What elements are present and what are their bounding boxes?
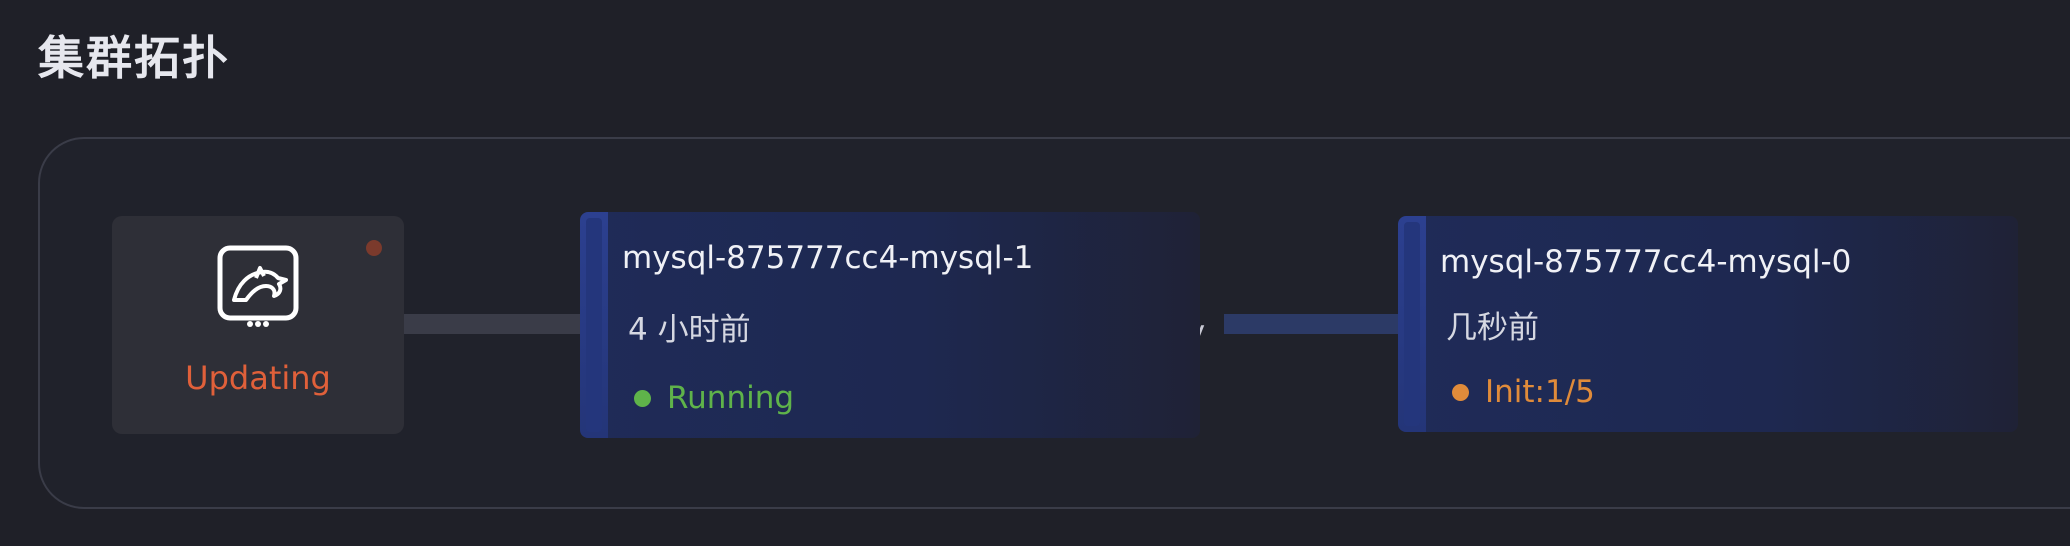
mysql-dolphin-icon <box>216 244 300 328</box>
cluster-pod-connector <box>404 314 580 334</box>
cluster-status-dot <box>366 240 382 256</box>
pod-status-label: Running <box>667 380 795 416</box>
pod-card-handle <box>580 212 608 438</box>
topology-page: 集群拓扑 Updating primary mysql-875777cc4-my… <box>0 0 2070 546</box>
pod-pod-connector <box>1224 314 1400 334</box>
pod-name: mysql-875777cc4-mysql-0 <box>1440 244 1852 280</box>
cluster-node[interactable]: Updating <box>112 216 404 434</box>
running-status-dot <box>634 389 651 407</box>
pod-card-mysql-1[interactable]: mysql-875777cc4-mysql-1 4 小时前 Running <box>580 212 1200 438</box>
pod-name: mysql-875777cc4-mysql-1 <box>622 240 1034 276</box>
pod-status-label: Init:1/5 <box>1485 374 1595 410</box>
pod-status: Init:1/5 <box>1452 372 1595 412</box>
pod-age: 4 小时前 <box>628 312 751 348</box>
pod-card-handle <box>1398 216 1426 432</box>
pod-card-mysql-0[interactable]: mysql-875777cc4-mysql-0 几秒前 Init:1/5 <box>1398 216 2018 432</box>
pod-status: Running <box>634 378 794 418</box>
init-status-dot <box>1452 383 1469 401</box>
section-title: 集群拓扑 <box>38 31 230 85</box>
pod-age: 几秒前 <box>1446 310 1539 346</box>
cluster-status-label: Updating <box>185 359 331 397</box>
